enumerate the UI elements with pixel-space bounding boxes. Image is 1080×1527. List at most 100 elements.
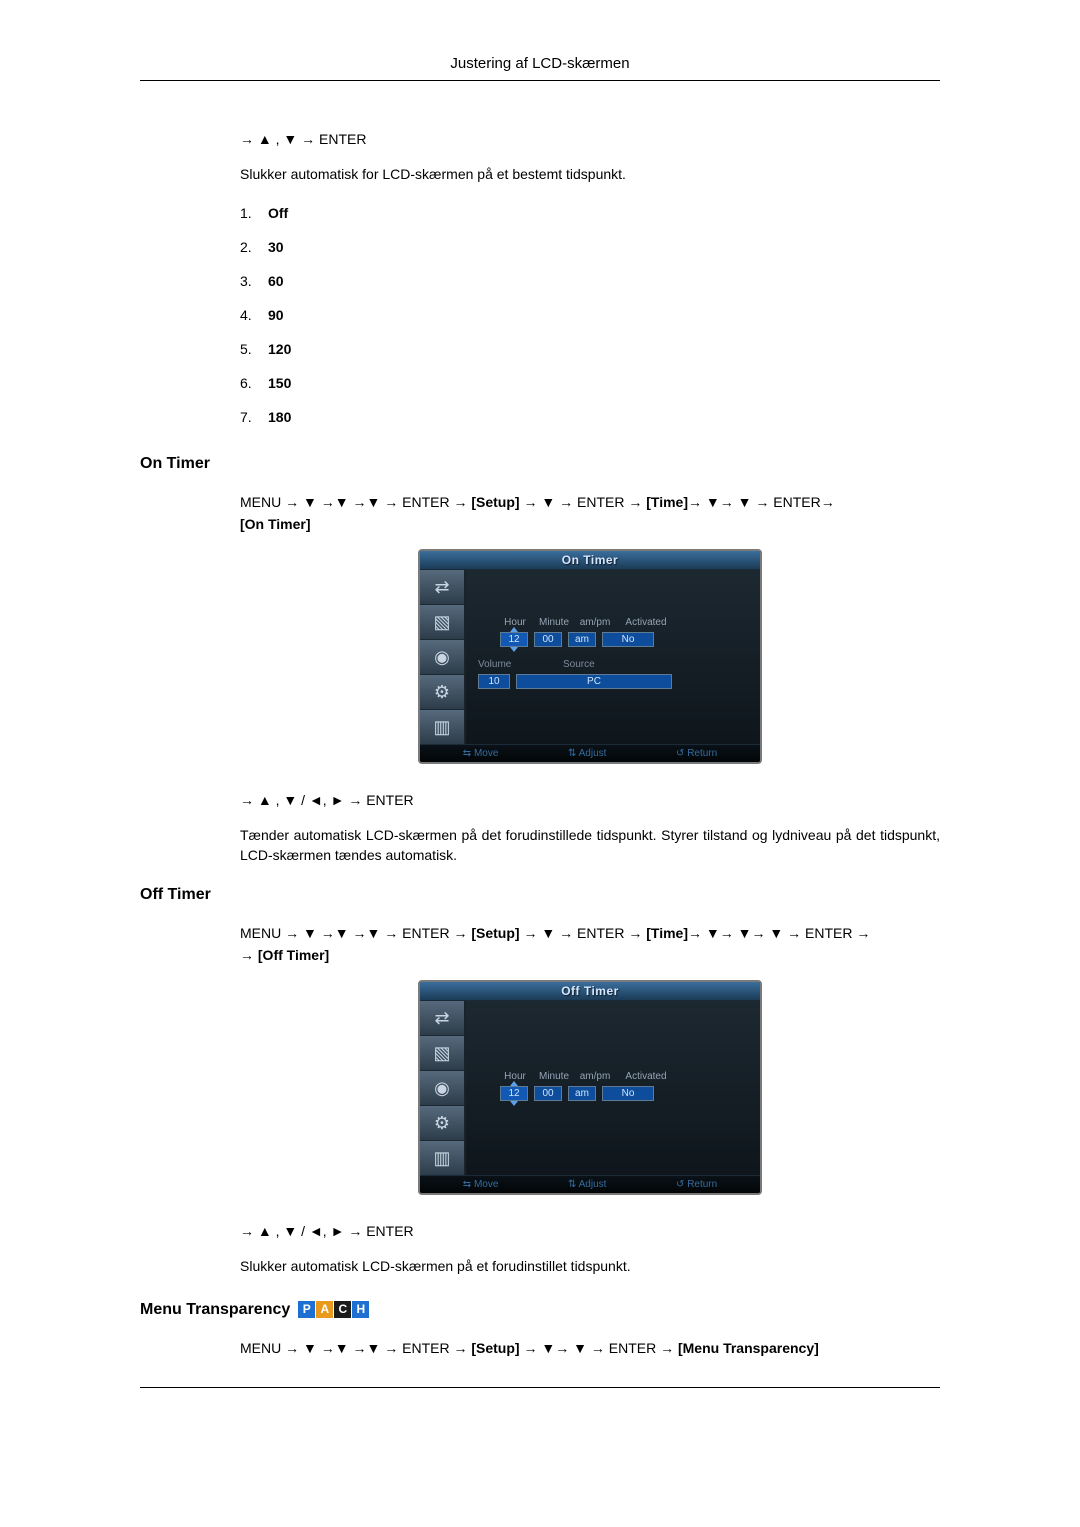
options-list: 1.Off 2.30 3.60 4.90 5.120 6.150 7.180	[240, 205, 940, 425]
path-segment: MENU → ▼ →▼ →▼ → ENTER →	[240, 925, 471, 941]
badge-p: P	[298, 1301, 315, 1318]
path-segment: → ▼→ ▼→ ▼ → ENTER →	[688, 925, 870, 941]
on-timer-heading: On Timer	[140, 455, 940, 473]
input-icon: ⇄	[420, 570, 464, 605]
heading-text: Menu Transparency	[140, 1301, 290, 1319]
badge-a: A	[316, 1301, 333, 1318]
footer-move: ⇆ Move	[463, 748, 499, 759]
path-segment: → ▼ → ENTER →	[520, 925, 647, 941]
label-activated: Activated	[618, 1071, 674, 1082]
list-item: 6.150	[240, 375, 940, 391]
label-minute: Minute	[536, 1071, 572, 1082]
footer-adjust: ⇅ Adjust	[568, 1179, 606, 1190]
osd-title: Off Timer	[420, 982, 760, 1001]
off-timer-path: MENU → ▼ →▼ →▼ → ENTER → [Setup] → ▼ → E…	[240, 922, 940, 967]
path-segment: → ▼→ ▼ → ENTER→	[688, 494, 835, 510]
osd-sidebar: ⇄ ▧ ◉ ⚙ ▥	[420, 570, 466, 744]
item-number: 4.	[240, 307, 268, 323]
label-ampm: am/pm	[578, 617, 612, 628]
osd-on-timer: On Timer ⇄ ▧ ◉ ⚙ ▥ Hour Minute am/pm	[418, 549, 762, 764]
item-number: 1.	[240, 205, 268, 221]
footer-move: ⇆ Move	[463, 1179, 499, 1190]
on-timer-nav2: → ▲ , ▼ / ◄, ► → ENTER	[240, 792, 940, 808]
label-ampm: am/pm	[578, 1071, 612, 1082]
item-value: Off	[268, 205, 288, 221]
label-volume: Volume	[478, 659, 538, 670]
path-segment: MENU → ▼ →▼ →▼ → ENTER →	[240, 1340, 471, 1356]
list-item: 1.Off	[240, 205, 940, 221]
field-ampm[interactable]: am	[568, 632, 596, 647]
osd-off-timer: Off Timer ⇄ ▧ ◉ ⚙ ▥ Hour Minute	[418, 980, 762, 1195]
field-hour[interactable]: 12	[500, 632, 528, 647]
osd-field-labels: Hour Minute am/pm Activated	[500, 1071, 748, 1082]
multi-icon: ▥	[420, 1141, 464, 1175]
list-item: 2.30	[240, 239, 940, 255]
footer-return: ↺ Return	[676, 1179, 717, 1190]
off-timer-nav2: → ▲ , ▼ / ◄, ► → ENTER	[240, 1223, 940, 1239]
path-on-timer: [On Timer]	[240, 516, 311, 532]
on-timer-description: Tænder automatisk LCD-skærmen på det for…	[240, 826, 940, 865]
item-number: 2.	[240, 239, 268, 255]
setup-icon: ⚙	[420, 675, 464, 710]
item-number: 6.	[240, 375, 268, 391]
label-activated: Activated	[618, 617, 674, 628]
field-activated[interactable]: No	[602, 632, 654, 647]
on-timer-path: MENU → ▼ →▼ →▼ → ENTER → [Setup] → ▼ → E…	[240, 491, 940, 536]
path-menu-transparency: [Menu Transparency]	[678, 1340, 819, 1356]
off-timer-description: Slukker automatisk LCD-skærmen på et for…	[240, 1257, 940, 1277]
list-item: 7.180	[240, 409, 940, 425]
item-value: 120	[268, 341, 291, 357]
picture-icon: ▧	[420, 1036, 464, 1071]
sound-icon: ◉	[420, 1071, 464, 1106]
item-value: 90	[268, 307, 284, 323]
item-value: 180	[268, 409, 291, 425]
list-item: 3.60	[240, 273, 940, 289]
field-minute[interactable]: 00	[534, 1086, 562, 1101]
list-item: 5.120	[240, 341, 940, 357]
field-minute[interactable]: 00	[534, 632, 562, 647]
menu-transparency-path: MENU → ▼ →▼ →▼ → ENTER → [Setup] → ▼→ ▼ …	[240, 1337, 940, 1359]
field-activated[interactable]: No	[602, 1086, 654, 1101]
item-value: 150	[268, 375, 291, 391]
item-number: 5.	[240, 341, 268, 357]
osd-sidebar: ⇄ ▧ ◉ ⚙ ▥	[420, 1001, 466, 1175]
item-value: 30	[268, 239, 284, 255]
label-source: Source	[563, 659, 595, 670]
footer-adjust: ⇅ Adjust	[568, 748, 606, 759]
list-item: 4.90	[240, 307, 940, 323]
field-source[interactable]: PC	[516, 674, 672, 689]
osd-sub-labels: Volume Source	[478, 659, 748, 670]
multi-icon: ▥	[420, 710, 464, 744]
setup-icon: ⚙	[420, 1106, 464, 1141]
item-value: 60	[268, 273, 284, 289]
osd-title: On Timer	[420, 551, 760, 570]
path-off-timer: [Off Timer]	[258, 947, 329, 963]
field-volume[interactable]: 10	[478, 674, 510, 689]
item-number: 7.	[240, 409, 268, 425]
picture-icon: ▧	[420, 605, 464, 640]
field-ampm[interactable]: am	[568, 1086, 596, 1101]
item-number: 3.	[240, 273, 268, 289]
badge-h: H	[352, 1301, 369, 1318]
path-segment: → ▼ → ENTER →	[520, 494, 647, 510]
nav-sequence: → ▲ , ▼ → ENTER	[240, 131, 940, 147]
mode-badges: P A C H	[298, 1301, 370, 1318]
path-setup: [Setup]	[471, 494, 519, 510]
off-timer-heading: Off Timer	[140, 886, 940, 904]
osd-field-labels: Hour Minute am/pm Activated	[500, 617, 748, 628]
page-header: Justering af LCD-skærmen	[140, 55, 940, 81]
input-icon: ⇄	[420, 1001, 464, 1036]
footer-return: ↺ Return	[676, 748, 717, 759]
path-time: [Time]	[646, 925, 688, 941]
label-minute: Minute	[536, 617, 572, 628]
path-time: [Time]	[646, 494, 688, 510]
field-hour[interactable]: 12	[500, 1086, 528, 1101]
osd-footer: ⇆ Move ⇅ Adjust ↺ Return	[420, 1175, 760, 1193]
osd-footer: ⇆ Move ⇅ Adjust ↺ Return	[420, 744, 760, 762]
path-setup: [Setup]	[471, 1340, 519, 1356]
path-segment: → ▼→ ▼ → ENTER →	[520, 1340, 678, 1356]
auto-off-description: Slukker automatisk for LCD-skærmen på et…	[240, 165, 940, 185]
path-segment: MENU → ▼ →▼ →▼ → ENTER →	[240, 494, 471, 510]
sound-icon: ◉	[420, 640, 464, 675]
menu-transparency-heading: Menu Transparency P A C H	[140, 1301, 370, 1319]
